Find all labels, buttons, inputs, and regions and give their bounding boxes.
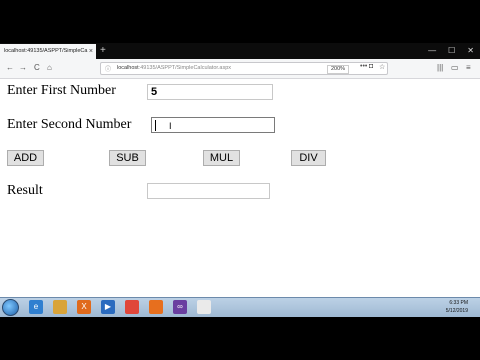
tab-simple-calculator[interactable]: localhost:49135/ASPPT/SimpleCa ×: [0, 44, 96, 59]
close-window-button[interactable]: ✕: [467, 45, 474, 57]
back-icon[interactable]: ←: [6, 62, 14, 74]
system-tray: 6:33 PM 5/12/2019: [290, 298, 480, 317]
result-field[interactable]: [147, 183, 270, 199]
zoom-level[interactable]: 200%: [327, 64, 350, 74]
visual-studio-icon[interactable]: ∞: [173, 300, 187, 314]
tab-strip: localhost:49135/ASPPT/SimpleCa × + — ☐ ✕: [0, 43, 480, 59]
sub-button[interactable]: SUB: [109, 150, 146, 166]
mul-button[interactable]: MUL: [203, 150, 240, 166]
second-number-label: Enter Second Number: [7, 117, 132, 132]
menu-icon[interactable]: ≡: [466, 62, 471, 74]
page-actions-icon[interactable]: •••: [360, 63, 367, 70]
clock-time: 6:33 PM: [449, 300, 468, 306]
second-number-input[interactable]: I: [151, 117, 275, 133]
notes-icon[interactable]: [197, 300, 211, 314]
first-number-input[interactable]: 5: [147, 84, 273, 100]
reload-icon[interactable]: C: [34, 62, 40, 74]
sidebar-icon[interactable]: ▭: [451, 62, 459, 74]
tab-title: localhost:49135/ASPPT/SimpleCa: [4, 48, 88, 54]
new-tab-button[interactable]: +: [100, 45, 106, 57]
navigation-bar: ← → C ⌂ ⓘ localhost:49135/ASPPT/SimpleCa…: [0, 59, 480, 79]
minimize-button[interactable]: —: [428, 45, 436, 57]
text-cursor-icon: I: [169, 121, 172, 131]
library-icon[interactable]: |||: [437, 62, 443, 74]
address-bar[interactable]: ⓘ localhost:49135/ASPPT/SimpleCalculator…: [100, 62, 388, 75]
clock-date: 5/12/2019: [445, 308, 468, 314]
media-player-icon[interactable]: ▶: [101, 300, 115, 314]
chrome-icon[interactable]: [125, 300, 139, 314]
forward-icon[interactable]: →: [19, 62, 27, 74]
window-controls: — ☐ ✕: [428, 45, 474, 57]
pocket-icon[interactable]: ◘: [369, 63, 373, 70]
site-info-icon[interactable]: ⓘ: [105, 64, 111, 73]
browser-window: Enter First Number 5 Enter Second Number…: [0, 43, 480, 316]
first-number-label: Enter First Number: [7, 83, 116, 98]
div-button[interactable]: DIV: [291, 150, 326, 166]
start-button[interactable]: [2, 299, 19, 316]
firefox-icon[interactable]: [149, 300, 163, 314]
bookmark-star-icon[interactable]: ☆: [379, 63, 385, 71]
taskbar: e X ▶ ∞ 6:33 PM 5/12/2019: [0, 297, 480, 317]
xampp-icon[interactable]: X: [77, 300, 91, 314]
tab-close-icon[interactable]: ×: [89, 44, 93, 59]
add-button[interactable]: ADD: [7, 150, 44, 166]
file-explorer-icon[interactable]: [53, 300, 67, 314]
maximize-button[interactable]: ☐: [448, 45, 455, 57]
result-label: Result: [7, 183, 43, 198]
home-icon[interactable]: ⌂: [47, 62, 52, 74]
text-caret: [155, 120, 156, 131]
url-text: localhost:49135/ASPPT/SimpleCalculator.a…: [117, 64, 232, 71]
internet-explorer-icon[interactable]: e: [29, 300, 43, 314]
